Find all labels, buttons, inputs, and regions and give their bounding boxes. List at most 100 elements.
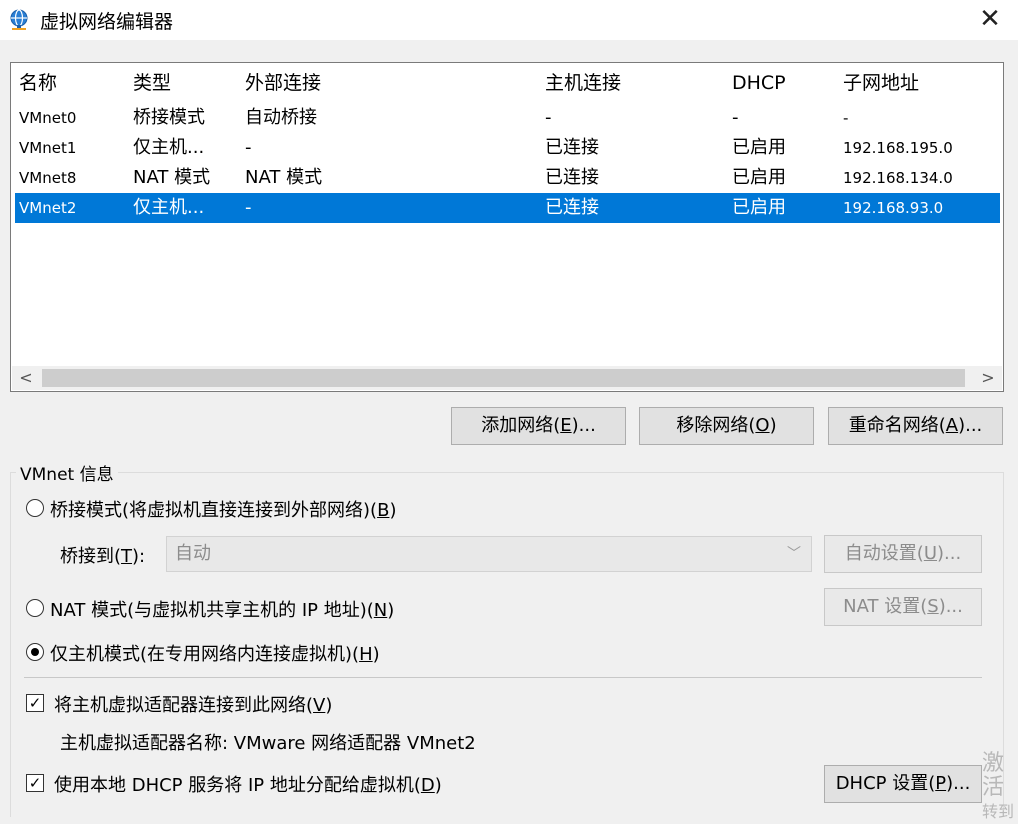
table-row[interactable]: VMnet1 仅主机... - 已连接 已启用 192.168.195.0 — [15, 133, 1000, 163]
cell-host: - — [545, 107, 552, 128]
cell-host: 已连接 — [545, 137, 599, 158]
column-header-external[interactable]: 外部连接 — [245, 65, 321, 103]
cell-name: VMnet1 — [19, 139, 77, 157]
accelerator-key: A — [945, 415, 959, 436]
accelerator-key: E — [560, 415, 572, 436]
cell-external: 自动桥接 — [245, 107, 317, 128]
nat-mode-radio[interactable] — [26, 599, 44, 617]
accelerator-key: O — [755, 415, 770, 436]
column-header-dhcp[interactable]: DHCP — [732, 65, 786, 103]
table-row-selected[interactable]: VMnet2 仅主机... - 已连接 已启用 192.168.93.0 — [15, 193, 1000, 223]
dhcp-settings-button[interactable]: DHCP 设置(P)... — [824, 765, 982, 803]
button-label: )... — [958, 415, 983, 436]
button-label: )... — [937, 543, 962, 564]
label-text: 桥接模式(将虚拟机直接连接到外部网络)( — [50, 500, 378, 521]
column-header-host[interactable]: 主机连接 — [545, 65, 621, 103]
nat-mode-label[interactable]: NAT 模式(与虚拟机共享主机的 IP 地址)(N) — [50, 596, 394, 622]
button-label: DHCP 设置( — [835, 773, 936, 794]
rename-network-button[interactable]: 重命名网络(A)... — [828, 407, 1003, 445]
accelerator-key: N — [373, 600, 388, 621]
close-icon[interactable]: ✕ — [972, 2, 1008, 36]
cell-external: - — [245, 197, 252, 218]
label-text: 桥接到( — [60, 546, 122, 567]
accelerator-key: H — [359, 644, 373, 665]
cell-type: 仅主机... — [133, 197, 205, 218]
group-title: VMnet 信息 — [16, 460, 118, 485]
cell-dhcp: - — [732, 107, 739, 128]
cell-host: 已连接 — [545, 167, 599, 188]
column-header-name[interactable]: 名称 — [19, 65, 57, 103]
button-label: ) — [769, 415, 777, 436]
label-text: ) — [372, 644, 380, 665]
scroll-left-icon[interactable]: < — [12, 366, 40, 390]
adapter-name-text: 主机虚拟适配器名称: VMware 网络适配器 VMnet2 — [60, 733, 476, 754]
host-only-mode-radio[interactable] — [26, 643, 44, 661]
activation-watermark: 激活 转到 — [982, 752, 1018, 824]
accelerator-key: V — [313, 695, 326, 716]
accelerator-key: P — [935, 773, 947, 794]
host-only-mode-label[interactable]: 仅主机模式(在专用网络内连接虚拟机)(H) — [50, 640, 380, 666]
cell-dhcp: 已启用 — [732, 167, 786, 188]
bridge-mode-label[interactable]: 桥接模式(将虚拟机直接连接到外部网络)(B) — [50, 496, 396, 522]
bridge-to-label: 桥接到(T): — [60, 542, 145, 568]
use-dhcp-label[interactable]: 使用本地 DHCP 服务将 IP 地址分配给虚拟机(D) — [54, 771, 442, 797]
remove-network-button[interactable]: 移除网络(O) — [639, 407, 814, 445]
cell-dhcp: 已启用 — [732, 137, 786, 158]
network-globe-icon — [10, 9, 28, 30]
add-network-button[interactable]: 添加网络(E)... — [451, 407, 626, 445]
connect-adapter-label[interactable]: 将主机虚拟适配器连接到此网络(V) — [54, 691, 332, 717]
accelerator-key: U — [923, 543, 938, 564]
button-label: )... — [938, 596, 963, 617]
title-bar: 虚拟网络编辑器 ✕ — [0, 0, 1018, 40]
cell-type: 桥接模式 — [133, 107, 205, 128]
label-text: ) — [434, 775, 442, 796]
watermark-line: 激活 — [982, 751, 1005, 800]
auto-settings-button[interactable]: 自动设置(U)... — [824, 535, 982, 573]
accelerator-key: B — [377, 500, 390, 521]
label-text: ) — [387, 600, 395, 621]
divider — [24, 677, 982, 678]
cell-external: NAT 模式 — [245, 167, 323, 188]
network-list[interactable]: 名称 类型 外部连接 主机连接 DHCP 子网地址 VMnet0 桥接模式 自动… — [10, 62, 1004, 392]
button-label: 移除网络( — [676, 415, 756, 436]
cell-name: VMnet8 — [19, 169, 77, 187]
column-header-type[interactable]: 类型 — [133, 65, 171, 103]
cell-subnet: 192.168.195.0 — [843, 139, 953, 157]
cell-type: NAT 模式 — [133, 167, 211, 188]
cell-subnet: - — [843, 109, 849, 127]
button-label: )... — [946, 773, 971, 794]
cell-subnet: 192.168.93.0 — [843, 199, 944, 217]
button-label: NAT 设置( — [843, 596, 928, 617]
bridge-mode-radio[interactable] — [26, 499, 44, 517]
cell-name: VMnet2 — [19, 199, 77, 217]
column-header-subnet[interactable]: 子网地址 — [843, 65, 919, 103]
button-label: 重命名网络( — [848, 415, 946, 436]
button-label: )... — [571, 415, 596, 436]
label-text: ) — [389, 500, 397, 521]
watermark-line: 转到 — [982, 802, 1015, 821]
use-dhcp-checkbox[interactable]: ✓ — [26, 774, 44, 792]
button-label: 自动设置( — [844, 543, 924, 564]
cell-name: VMnet0 — [19, 109, 77, 127]
table-row[interactable]: VMnet8 NAT 模式 NAT 模式 已连接 已启用 192.168.134… — [15, 163, 1000, 193]
button-label: 添加网络( — [481, 415, 561, 436]
window-title: 虚拟网络编辑器 — [40, 11, 174, 33]
list-header: 名称 类型 外部连接 主机连接 DHCP 子网地址 — [15, 65, 1000, 103]
accelerator-key: T — [121, 546, 133, 567]
connect-adapter-checkbox[interactable]: ✓ — [26, 694, 44, 712]
horizontal-scrollbar[interactable]: < > — [12, 366, 1002, 390]
accelerator-key: D — [420, 775, 435, 796]
bridge-to-select[interactable]: 自动 ﹀ — [166, 536, 812, 572]
label-text: 将主机虚拟适配器连接到此网络( — [54, 695, 314, 716]
cell-host: 已连接 — [545, 197, 599, 218]
cell-type: 仅主机... — [133, 137, 205, 158]
scroll-right-icon[interactable]: > — [974, 366, 1002, 390]
nat-settings-button[interactable]: NAT 设置(S)... — [824, 588, 982, 626]
accelerator-key: S — [927, 596, 939, 617]
cell-dhcp: 已启用 — [732, 197, 786, 218]
scrollbar-thumb[interactable] — [42, 369, 965, 387]
table-row[interactable]: VMnet0 桥接模式 自动桥接 - - - — [15, 103, 1000, 133]
select-value: 自动 — [175, 543, 211, 564]
label-text: ) — [325, 695, 333, 716]
label-text: ): — [132, 546, 146, 567]
